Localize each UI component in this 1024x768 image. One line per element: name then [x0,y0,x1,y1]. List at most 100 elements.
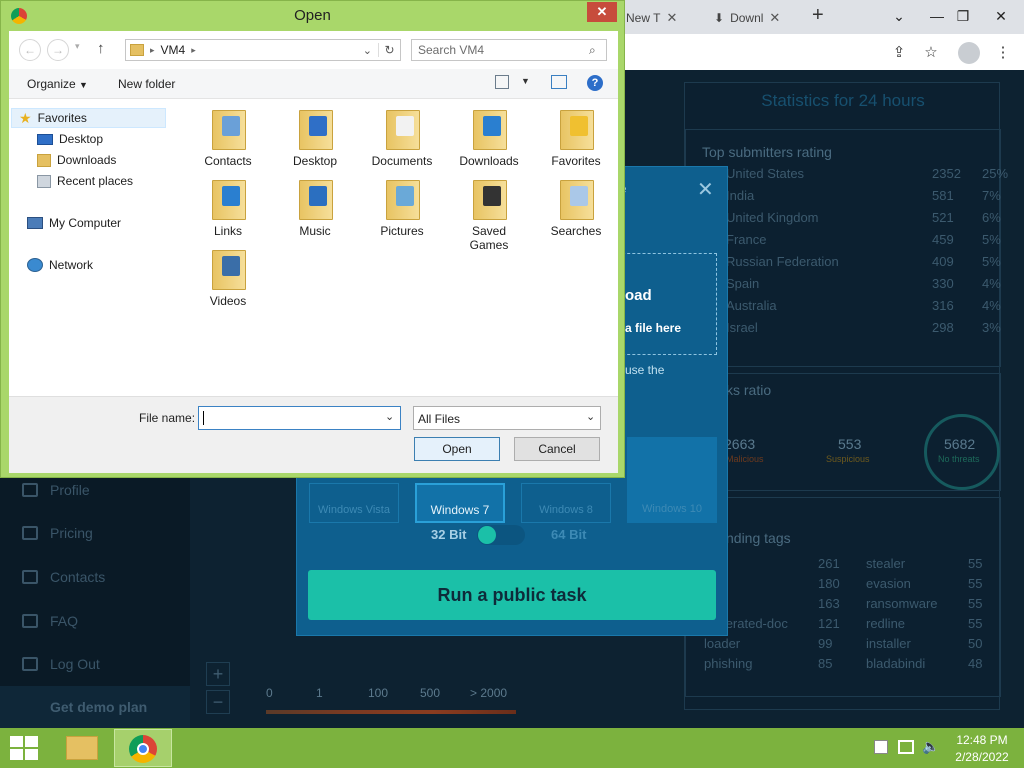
back-button[interactable]: ← [19,39,41,61]
tag-name[interactable]: redline [866,616,905,631]
volume-muted-icon[interactable]: 🔈 [922,738,939,755]
ratio-suspicious-value: 553 [838,436,862,452]
tag-count: 261 [818,556,840,571]
folder-label: Music [299,224,331,238]
submitter-row: Russian Federation 409 5% [686,254,1001,276]
submitter-pct: 4% [982,298,1001,313]
submitter-count: 459 [932,232,954,247]
bit-32-label[interactable]: 32 Bit [431,527,466,542]
action-center-icon[interactable] [874,740,888,754]
folder-item[interactable]: Desktop [277,106,353,168]
network-status-icon[interactable] [898,740,914,754]
run-public-task-button[interactable]: Run a public task [308,570,716,620]
zoom-out-button[interactable]: − [206,690,230,714]
tag-name[interactable]: bladabindi [866,656,925,671]
close-icon[interactable]: ✕ [666,10,677,26]
help-icon[interactable]: ? [587,75,603,91]
open-file-dialog: Open ✕ ← → ▾ ↑ ▸ VM4 ▸ ⌄ ↻ Search VM4 ⌕ … [0,0,625,478]
os-option-win10[interactable]: Windows 10 [627,437,717,523]
nav-item-my-computer[interactable]: My Computer [27,213,121,233]
share-icon[interactable]: ⇪ [888,42,910,64]
preview-pane-icon[interactable] [551,75,567,89]
cancel-button[interactable]: Cancel [514,437,600,461]
file-type-select[interactable]: All Files ⌄ [413,406,601,430]
os-option-vista[interactable]: Windows Vista [309,483,399,523]
sidebar-item-logout[interactable]: Log Out [22,654,182,674]
chrome-taskbar-button[interactable] [114,729,172,767]
os-option-win8[interactable]: Windows 8 [521,483,611,523]
profile-avatar-icon[interactable] [958,42,980,64]
folder-item[interactable]: Searches [538,176,614,238]
tag-name[interactable]: evasion [866,576,911,591]
submitter-count: 581 [932,188,954,203]
folder-item[interactable]: Documents [364,106,440,168]
open-button[interactable]: Open [414,437,500,461]
dialog-close-button[interactable]: ✕ [587,2,617,22]
tag-name[interactable]: ransomware [866,596,938,611]
clock-date[interactable]: 2/28/2022 [946,750,1018,764]
tag-count: 85 [818,656,833,671]
submitter-row: Spain 330 4% [686,276,1001,298]
nav-item-recent-places[interactable]: Recent places [37,171,133,191]
tab-downloads[interactable]: ⬇ Downl ✕ [714,4,780,32]
search-input[interactable]: Search VM4 [411,39,607,61]
bit-toggle[interactable] [477,525,525,545]
tag-name[interactable]: loader [704,636,740,651]
tag-name[interactable]: installer [866,636,911,651]
star-icon[interactable]: ☆ [920,42,942,64]
nav-item-favorites[interactable]: ★ Favorites [19,108,87,128]
more-menu-icon[interactable]: ⋮ [992,42,1014,64]
sidebar-item-pricing[interactable]: Pricing [22,523,182,543]
nav-item-downloads[interactable]: Downloads [37,150,116,170]
forward-button[interactable]: → [47,39,69,61]
get-demo-plan-button[interactable]: Get demo plan [0,686,190,728]
chevron-down-icon[interactable]: ⌄ [385,410,394,423]
tag-name[interactable]: stealer [866,556,905,571]
view-chevron-icon[interactable]: ▼ [521,76,530,86]
new-tab-button[interactable]: + [812,4,824,27]
folder-label: Pictures [380,224,424,238]
address-dropdown-icon[interactable]: ⌄ [363,44,372,57]
modal-close-icon[interactable]: ✕ [697,177,714,202]
file-explorer-taskbar-button[interactable] [58,730,106,766]
tab-new-tab[interactable]: New T ✕ [626,4,677,32]
mail-icon [22,570,38,584]
navigation-pane: ★ Favorites Desktop Downloads Recent plac… [9,100,175,396]
folder-item[interactable]: Music [277,176,353,238]
folder-item[interactable]: Videos [190,246,266,308]
nav-item-network[interactable]: Network [27,255,93,275]
upload-dropzone[interactable] [617,253,717,355]
folder-item[interactable]: Contacts [190,106,266,168]
view-options-icon[interactable] [495,75,509,89]
folder-item[interactable]: Links [190,176,266,238]
folder-item[interactable]: Downloads [451,106,527,168]
clock-time[interactable]: 12:48 PM [950,733,1014,747]
folder-label: Downloads [459,154,519,168]
address-text[interactable]: VM4 [161,43,186,57]
new-folder-button[interactable]: New folder [118,77,175,91]
windows-start-icon[interactable] [10,736,38,760]
folder-item[interactable]: Saved Games [451,176,527,252]
folder-label: Documents [371,154,433,168]
folder-item[interactable]: Favorites [538,106,614,168]
chevron-down-icon: ⌄ [586,411,596,423]
submitter-row: India 581 7% [686,188,1001,210]
sidebar-item-contacts[interactable]: Contacts [22,567,182,587]
up-button[interactable]: ↑ [97,40,105,57]
nav-item-desktop[interactable]: Desktop [37,129,103,149]
close-icon[interactable]: ✕ [769,10,780,26]
recent-locations-chevron-icon[interactable]: ▾ [75,41,80,52]
refresh-icon[interactable]: ↻ [378,43,400,57]
sidebar-item-profile[interactable]: Profile [22,480,182,500]
organize-menu[interactable]: Organize ▼ [27,77,88,91]
os-option-win7[interactable]: Windows 7 [415,483,505,523]
sidebar-item-faq[interactable]: FAQ [22,611,182,631]
folder-item[interactable]: Pictures [364,176,440,238]
bit-64-label[interactable]: 64 Bit [551,527,586,542]
close-window-icon[interactable]: ✕ [978,0,1024,32]
tag-name[interactable]: phishing [704,656,752,671]
file-name-input[interactable]: ⌄ [198,406,401,430]
zoom-in-button[interactable]: + [206,662,230,686]
breadcrumb-separator-icon: ▸ [191,44,196,55]
address-bar[interactable]: ▸ VM4 ▸ ⌄ ↻ [125,39,401,61]
